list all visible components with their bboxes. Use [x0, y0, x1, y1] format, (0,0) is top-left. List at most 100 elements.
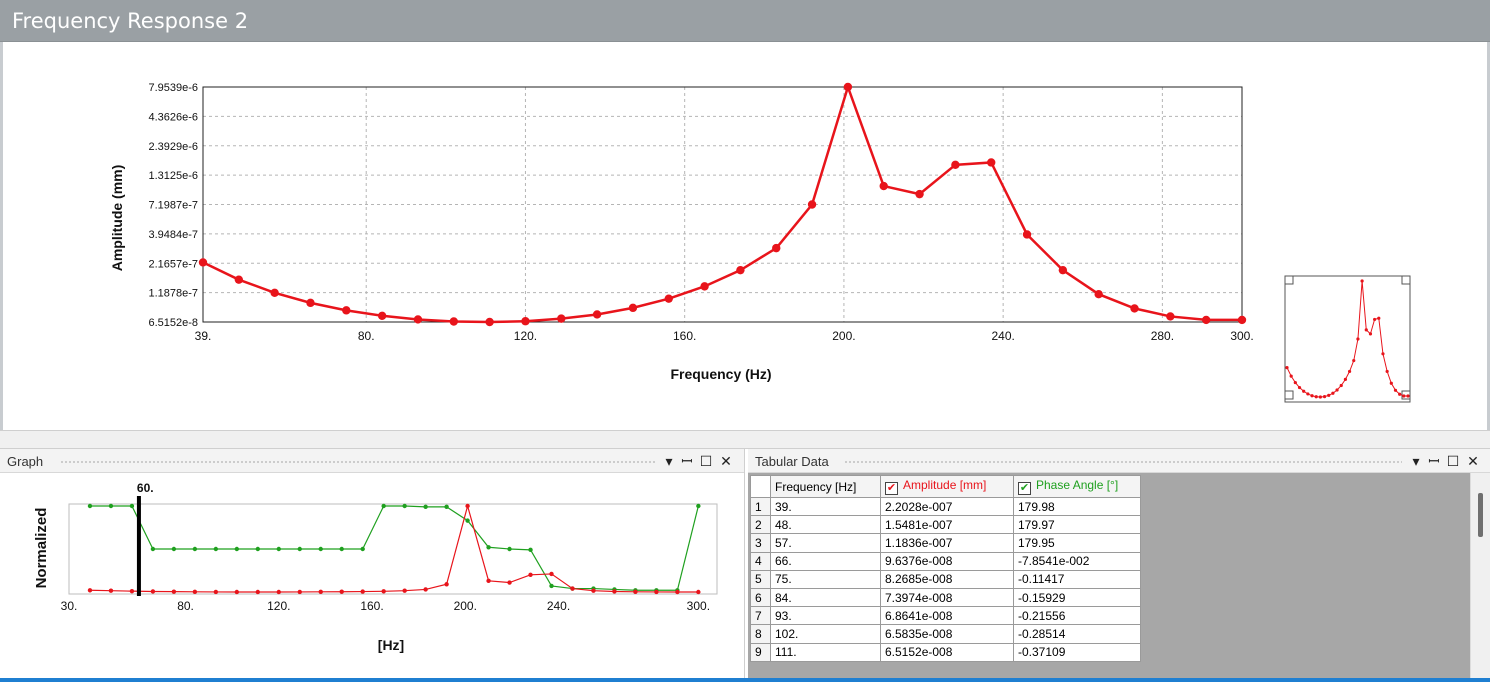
frequency-column-header[interactable]: Frequency [Hz] — [770, 475, 881, 498]
overview-point — [1377, 316, 1381, 320]
row-number-cell: 8 — [750, 624, 771, 644]
panel-splitter[interactable] — [0, 430, 1490, 449]
row-number-cell: 1 — [750, 496, 771, 517]
phase-cell: -7.8541e-002 — [1013, 551, 1141, 571]
graph-panel-grip[interactable] — [60, 460, 655, 464]
graph-panel-pin-icon[interactable]: ꟷ — [678, 452, 696, 470]
table-row[interactable]: 1 39. 2.2028e-007 179.98 — [750, 496, 1141, 517]
graph-x-ticks: 30. 80. 120. 160. 200. 240. 300. — [61, 599, 710, 613]
overview-handle-tl[interactable] — [1284, 275, 1294, 285]
amplitude-normalized-point — [444, 582, 449, 587]
phase-normalized-point — [150, 546, 156, 552]
amplitude-normalized-point — [465, 503, 470, 509]
amplitude-cell: 6.8641e-008 — [880, 606, 1014, 626]
tabular-panel-grip[interactable] — [844, 460, 1402, 464]
overview-point — [1373, 317, 1377, 322]
table-row[interactable]: 6 84. 7.3974e-008 -0.15929 — [750, 587, 1141, 608]
amplitude-cell: 1.5481e-007 — [880, 515, 1014, 535]
chart-overview-thumbnail[interactable] — [1282, 273, 1412, 405]
table-scroll-thumb[interactable] — [1478, 493, 1483, 537]
overview-point — [1381, 352, 1385, 356]
main-y-tick-label: 2.3929e-6 — [148, 141, 198, 153]
phase-normalized-line — [89, 505, 699, 591]
frequency-cell: 39. — [770, 496, 881, 517]
overview-handle-bl[interactable] — [1284, 390, 1294, 400]
overview-handle-tr[interactable] — [1401, 275, 1411, 285]
main-x-axis-label: Frequency (Hz) — [670, 366, 771, 382]
tabular-panel-close-icon[interactable]: ✕ — [1464, 452, 1482, 470]
phase-cell: 179.95 — [1013, 533, 1141, 553]
normalized-graph[interactable]: 30. 80. 120. 160. 200. 240. 300. Normalized [H… — [0, 473, 744, 682]
amplitude-normalized-point — [171, 589, 177, 594]
overview-point — [1297, 385, 1302, 390]
main-x-tick-label: 160. — [673, 329, 696, 343]
table-row[interactable]: 9 111. 6.5152e-008 -0.37109 — [750, 642, 1141, 662]
main-y-tick-label: 1.1878e-7 — [148, 288, 198, 300]
phase-checkbox[interactable]: ✔ — [1018, 482, 1031, 495]
phase-cell: -0.11417 — [1013, 569, 1141, 589]
amplitude-normalized-point — [360, 589, 365, 594]
amplitude-column-header[interactable]: ✔ Amplitude [mm] — [880, 475, 1014, 498]
amplitude-normalized-point — [402, 588, 407, 593]
amplitude-cell: 7.3974e-008 — [880, 587, 1014, 608]
overview-point — [1306, 392, 1310, 396]
main-x-ticks: 39. 80. 120. 160. 200. 240. 280. 300. — [195, 329, 1254, 343]
main-y-tick-label: 4.3626e-6 — [148, 111, 198, 123]
graph-panel-close-icon[interactable]: ✕ — [717, 452, 735, 470]
overview-point — [1360, 279, 1364, 283]
graph-panel-menu-icon[interactable]: ▾ — [660, 452, 678, 470]
graph-x-tick-label: 30. — [61, 599, 78, 613]
phase-normalized-point — [486, 545, 491, 550]
table-row[interactable]: 5 75. 8.2685e-008 -0.11417 — [750, 569, 1141, 589]
frequency-cell: 102. — [770, 624, 881, 644]
phase-normalized-point — [87, 503, 93, 509]
amplitude-cell: 6.5835e-008 — [880, 624, 1014, 644]
table-row[interactable]: 4 66. 9.6376e-008 -7.8541e-002 — [750, 551, 1141, 571]
amplitude-point — [736, 265, 745, 275]
row-number-cell: 3 — [750, 533, 771, 553]
amplitude-point — [1022, 230, 1032, 239]
main-x-tick-label: 39. — [195, 329, 212, 343]
amplitude-checkbox[interactable]: ✔ — [885, 482, 898, 495]
tabular-panel-title: Tabular Data — [755, 454, 829, 469]
amplitude-point — [1237, 315, 1247, 325]
amplitude-point — [807, 200, 817, 209]
phase-normalized-point — [276, 546, 281, 552]
table-row[interactable]: 3 57. 1.1836e-007 179.95 — [750, 533, 1141, 553]
tabular-panel-pin-icon[interactable]: ꟷ — [1425, 452, 1443, 470]
amplitude-normalized-point — [339, 589, 344, 594]
row-number-cell: 4 — [750, 551, 771, 571]
phase-normalized-point — [381, 503, 386, 509]
frequency-cell: 111. — [770, 642, 881, 662]
overview-point — [1402, 394, 1406, 398]
overview-point — [1343, 377, 1348, 382]
phase-cell: 179.98 — [1013, 496, 1141, 517]
graph-panel-maximize-icon[interactable]: ☐ — [697, 452, 715, 470]
amplitude-normalized-point — [318, 589, 323, 595]
amplitude-normalized-point — [507, 580, 512, 585]
tabular-panel-maximize-icon[interactable]: ☐ — [1444, 452, 1462, 470]
main-x-tick-label: 200. — [832, 329, 855, 343]
table-row[interactable]: 8 102. 6.5835e-008 -0.28514 — [750, 624, 1141, 644]
overview-point — [1331, 391, 1335, 395]
row-number-cell: 9 — [750, 642, 771, 662]
main-y-tick-label: 7.9539e-6 — [148, 82, 198, 94]
phase-normalized-point — [171, 546, 177, 552]
graph-x-tick-label: 120. — [267, 599, 290, 613]
overview-point — [1406, 394, 1410, 398]
row-number-header — [750, 475, 771, 498]
table-row[interactable]: 2 48. 1.5481e-007 179.97 — [750, 515, 1141, 535]
main-x-tick-label: 80. — [358, 329, 375, 343]
amplitude-normalized-point — [87, 588, 93, 593]
graph-x-axis-label: [Hz] — [378, 637, 404, 653]
phase-column-header[interactable]: ✔ Phase Angle [°] — [1013, 475, 1141, 498]
table-vertical-scrollbar[interactable] — [1470, 473, 1490, 682]
overview-point — [1339, 383, 1343, 388]
phase-normalized-point — [423, 504, 428, 510]
table-row[interactable]: 7 93. 6.8641e-008 -0.21556 — [750, 606, 1141, 626]
phase-normalized-point — [507, 546, 512, 552]
overview-point — [1314, 395, 1318, 399]
tabular-panel-menu-icon[interactable]: ▾ — [1407, 452, 1425, 470]
amplitude-normalized-point — [129, 588, 135, 594]
main-x-tick-label: 120. — [514, 329, 537, 343]
